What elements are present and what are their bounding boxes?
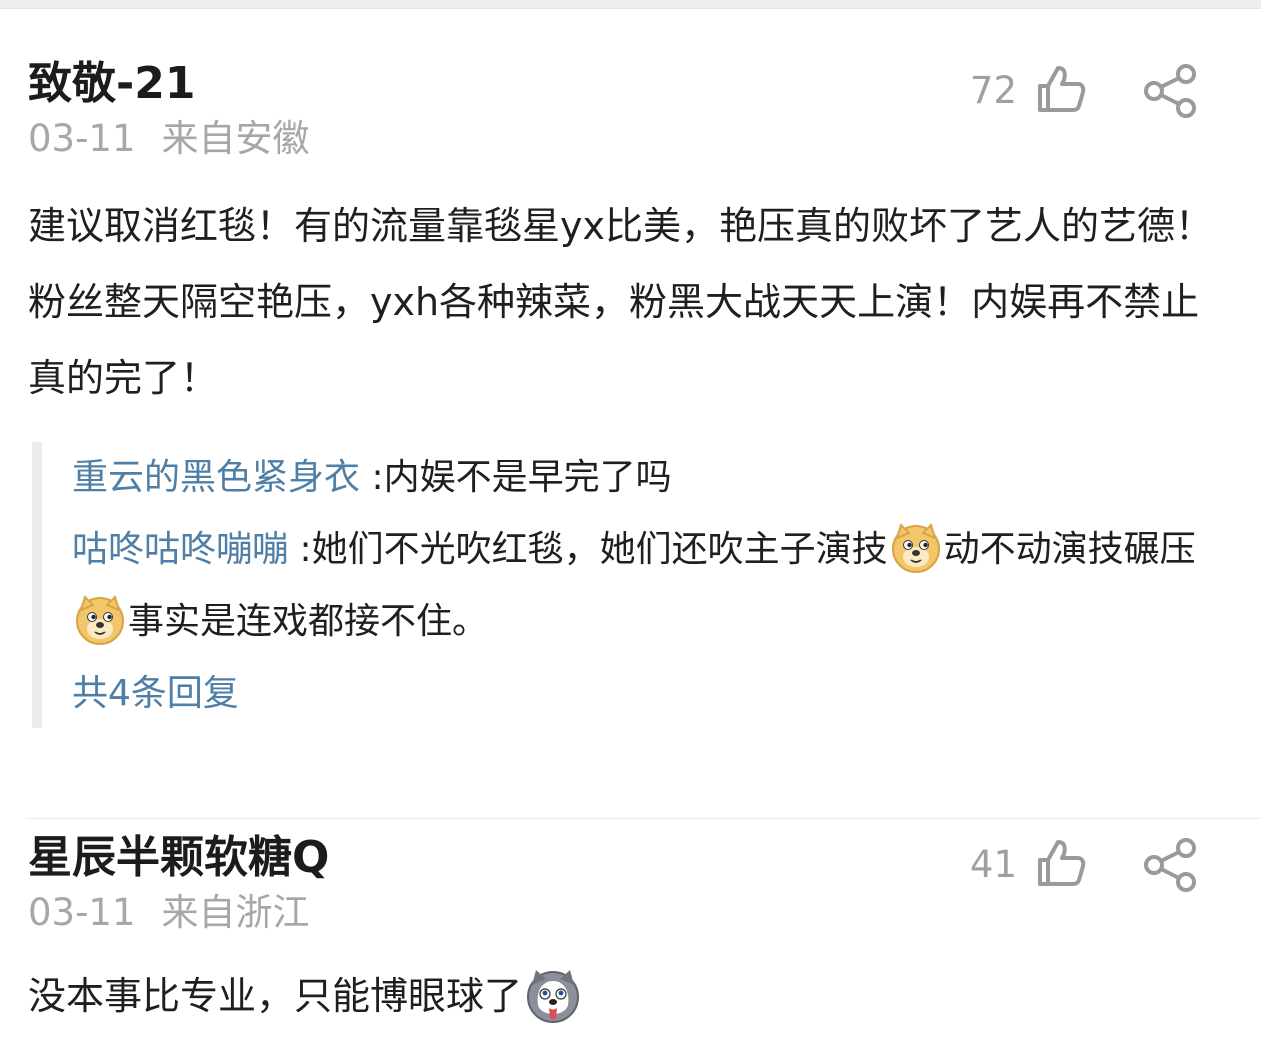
doge-emoji-icon [891,523,940,573]
reply-item: 咕咚咕咚嘣嘣 :她们不光吹红毯，她们还吹主子演技 动不动演技碾压事实是连戏都接不… [72,514,1212,658]
share-icon[interactable] [1142,838,1200,892]
thumbs-up-icon[interactable] [1034,836,1088,890]
reply-text: 内娱不是早完了吗 [383,457,672,498]
comment-text: 没本事比专业，只能博眼球了 [28,974,523,1018]
reply-text: 动不动演技碾压 [943,529,1196,570]
like-count: 72 [969,69,1017,112]
comment-meta: 03-11 来自安徽 [28,116,310,162]
reply-item: 重云的黑色紧身衣 :内娱不是早完了吗 [72,442,1212,514]
reply-username[interactable]: 重云的黑色紧身衣 [72,457,360,498]
comment-date: 03-11 [28,891,136,934]
husky-emoji-icon [527,969,580,1023]
thumbs-up-icon[interactable] [1034,62,1088,116]
reply-separator: : [371,457,384,498]
comment-text-container: 没本事比专业，只能博眼球了 [28,958,1218,1034]
comment-location: 来自浙江 [161,891,310,934]
view-more-replies-link[interactable]: 共4条回复 [72,658,239,730]
comment-location: 来自安徽 [161,117,310,160]
share-icon[interactable] [1142,64,1200,118]
reply-separator: : [299,529,312,570]
reply-thread: 重云的黑色紧身衣 :内娱不是早完了吗 咕咚咕咚嘣嘣 :她们不光吹红毯，她们还吹主… [32,442,1232,728]
reply-text: 她们不光吹红毯，她们还吹主子演技 [311,529,888,570]
comment-text: 建议取消红毯！有的流量靠毯星yx比美，艳压真的败坏了艺人的艺德！粉丝整天隔空艳压… [28,204,1213,400]
comment-date: 03-11 [28,117,136,160]
doge-emoji-icon [76,595,124,645]
reply-username[interactable]: 咕咚咕咚嘣嘣 [72,529,288,570]
comment-author[interactable]: 星辰半颗软糖Q [28,830,329,886]
reply-text: 事实是连戏都接不住。 [128,601,489,642]
comment-meta: 03-11 来自浙江 [28,890,310,936]
comment-divider [26,818,1261,819]
comment-author[interactable]: 致敬-21 [28,56,196,112]
like-count: 41 [969,843,1017,886]
top-bar [0,0,1261,9]
